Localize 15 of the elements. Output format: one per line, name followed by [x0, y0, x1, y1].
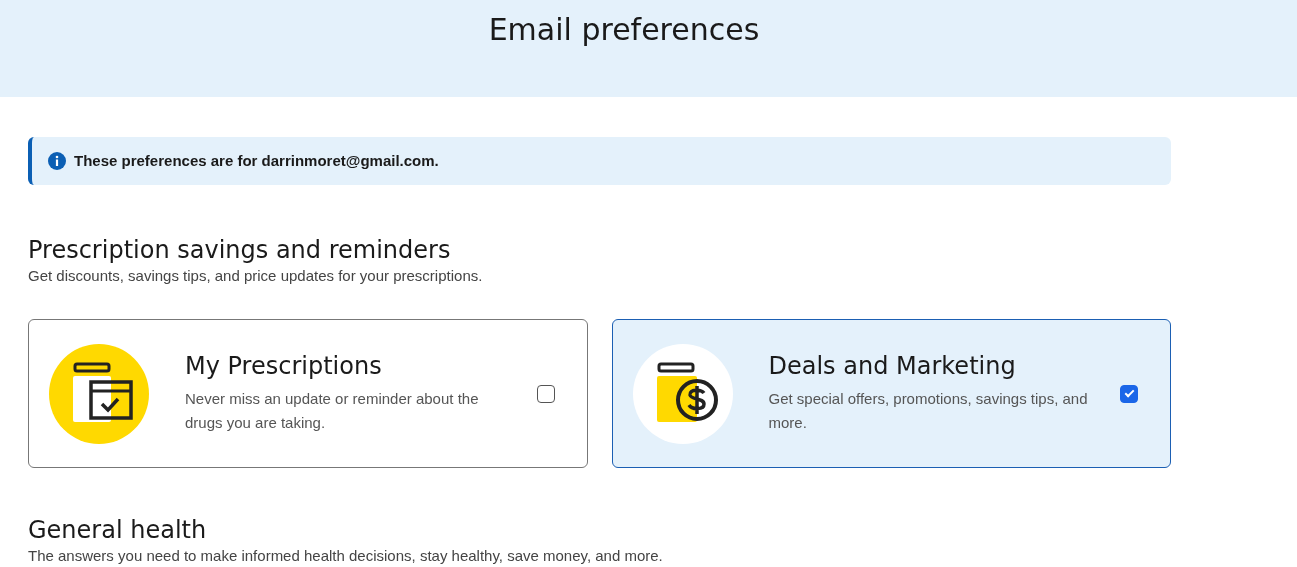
section-description: Get discounts, savings tips, and price updates for your prescriptions. [28, 265, 484, 286]
option-title: Deals and Marketing [768, 352, 1017, 382]
notice-text: These preferences are for darrinmoret@gmail.com. [74, 150, 439, 171]
option-title: My Prescriptions [185, 352, 383, 382]
option-description: Get special offers, promotions, savings tips, and more. [768, 389, 1089, 434]
calendar-jar-icon [49, 343, 149, 444]
info-icon [48, 152, 66, 170]
section-heading: Prescription savings and reminders [28, 236, 452, 265]
option-description: Never miss an update or reminder about the drugs you are taking. [185, 389, 480, 434]
page-title: Email preferences [487, 11, 761, 48]
checkbox[interactable] [536, 384, 555, 403]
checkbox[interactable] [1120, 384, 1138, 403]
section-heading: General health [28, 516, 208, 546]
section-description: The answers you need to make informed health decisions, stay healthy, save money, and more. [28, 546, 664, 567]
money-jar-icon [632, 343, 733, 444]
